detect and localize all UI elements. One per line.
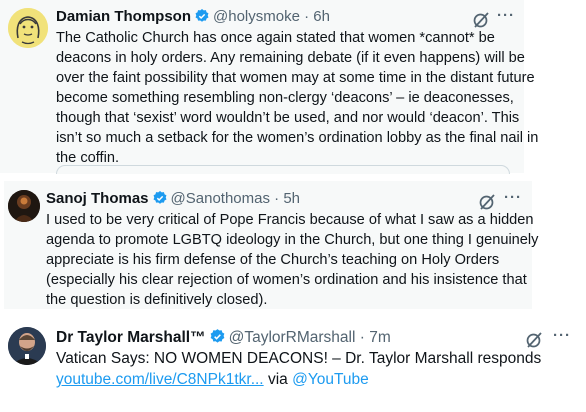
mention-link[interactable]: @YouTube [292,371,369,388]
tweet-header: Dr Taylor Marshall™ @TaylorRMarshall · 7m [56,328,391,350]
timestamp[interactable]: 7m [369,329,391,346]
author-name[interactable]: Dr Taylor Marshall™ [56,329,206,346]
avatar[interactable] [8,8,48,48]
tweet-header: Sanoj Thomas @Sanothomas · 5h [46,190,300,211]
verified-badge-icon [209,328,226,350]
tweet-line: Vatican Says: NO WOMEN DEACONS! – Dr. Ta… [56,350,542,367]
more-icon[interactable]: ··· [553,327,571,344]
youtube-link[interactable]: youtube.com/live/C8NPk1tkr... [56,371,264,388]
avatar[interactable] [8,190,40,222]
author-name[interactable]: Sanoj Thomas [46,190,149,207]
quoted-tweet-edge[interactable] [56,165,510,174]
timestamp[interactable]: 5h [283,190,300,207]
author-name[interactable]: Damian Thompson [56,8,191,25]
timestamp[interactable]: 6h [313,8,330,25]
more-icon[interactable]: ··· [497,7,515,24]
tweet-text: I used to be very critical of Pope Franc… [46,212,539,308]
more-icon[interactable]: ··· [504,189,522,206]
verified-badge-icon [194,8,210,29]
author-handle[interactable]: @TaylorRMarshall [229,329,356,346]
author-handle[interactable]: @holysmoke [213,8,300,25]
tweet-text: The Catholic Church has once again state… [56,30,539,166]
avatar[interactable] [8,327,46,365]
verified-badge-icon [152,190,168,211]
via-text: via [267,371,288,388]
tweet-text: Vatican Says: NO WOMEN DEACONS! – Dr. Ta… [56,348,541,390]
author-handle[interactable]: @Sanothomas [171,190,270,207]
tweet-header: Damian Thompson @holysmoke · 6h [56,8,330,29]
